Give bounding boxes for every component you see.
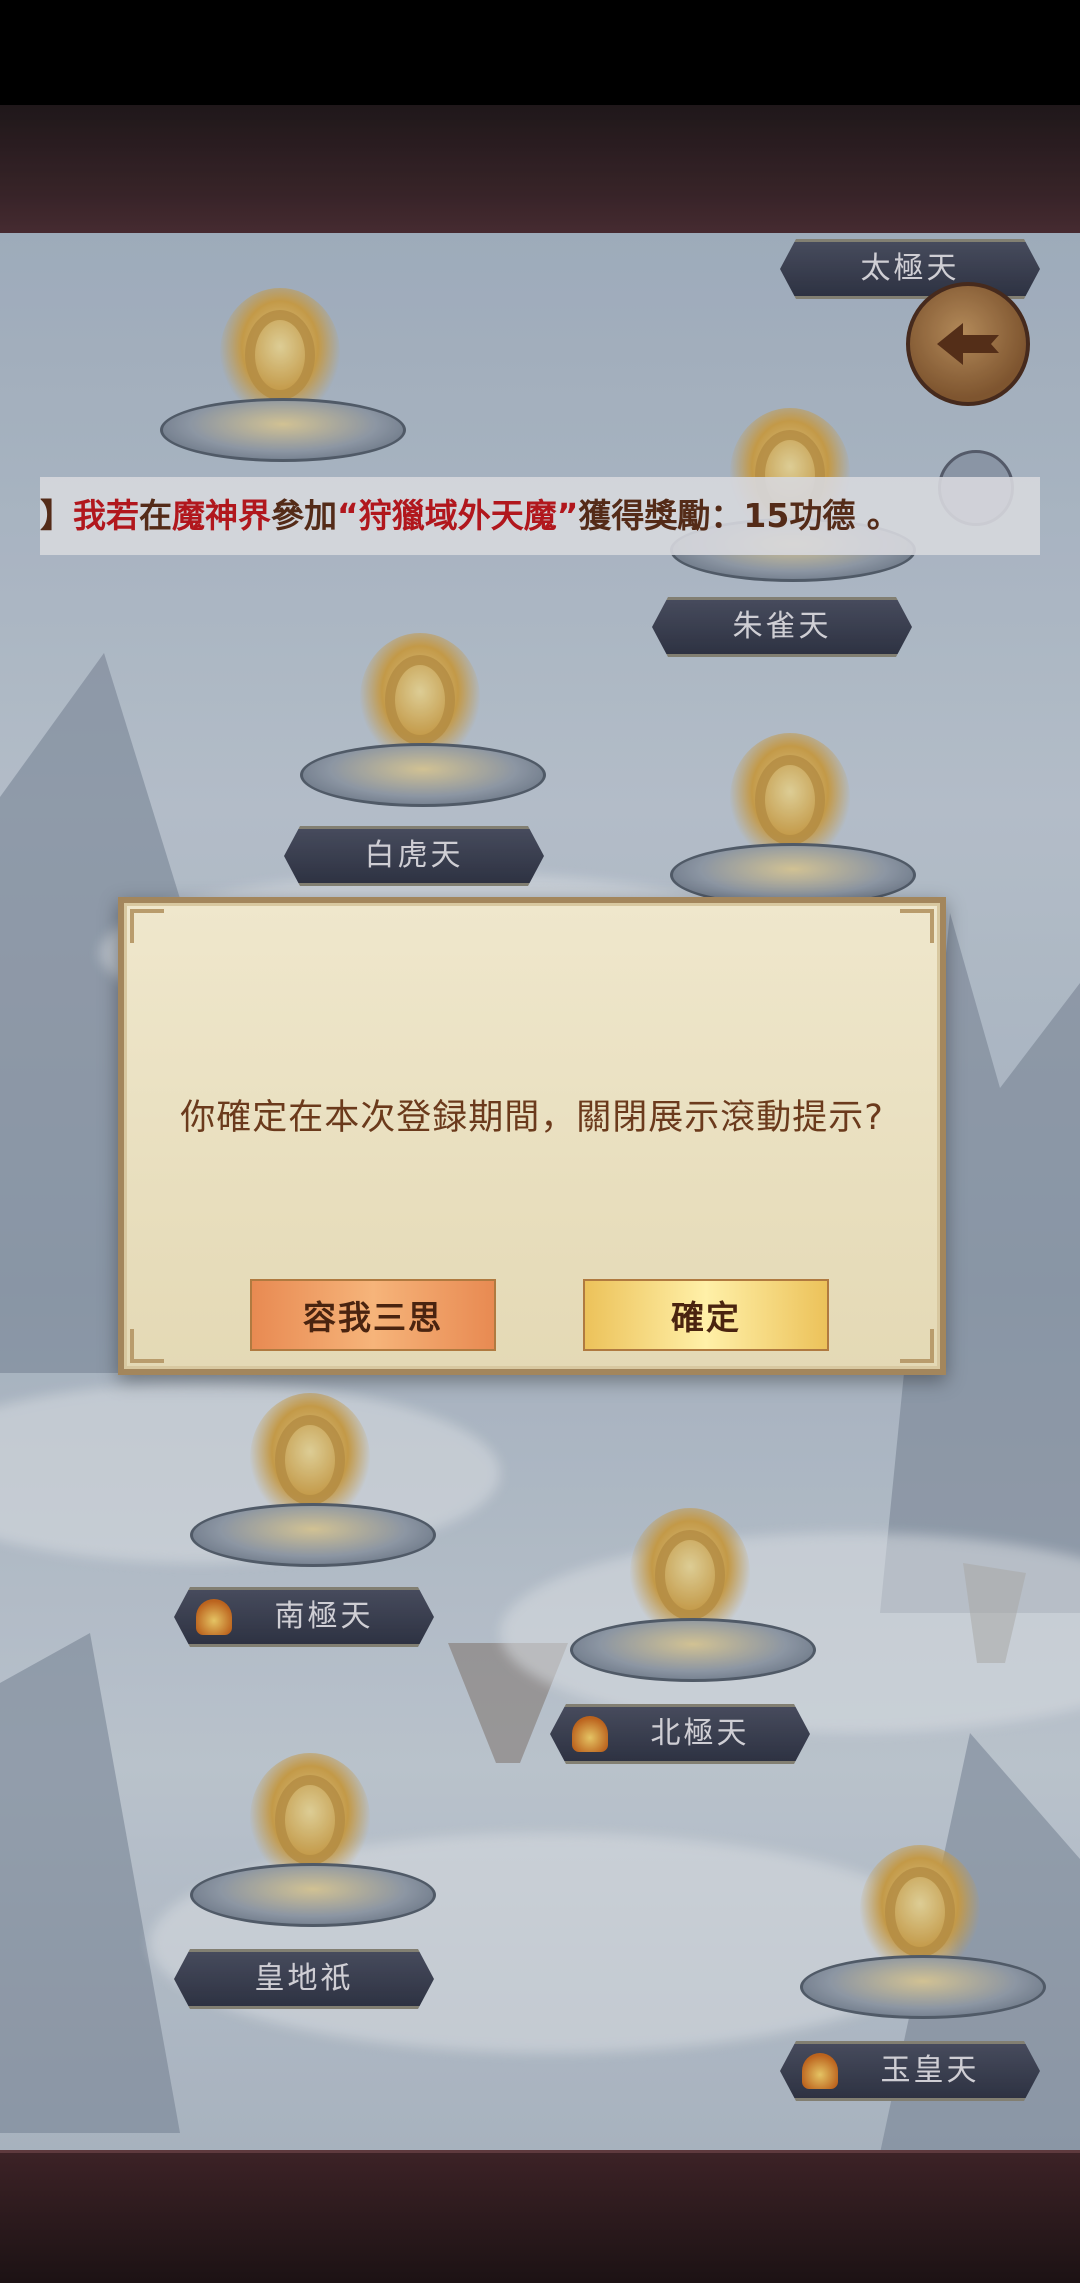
confirm-dialog: 你確定在本次登録期間，關閉展示滾動提示? 容我三思 確定 (118, 897, 946, 1375)
dialog-message: 你確定在本次登録期間，關閉展示滾動提示? (180, 1098, 884, 1138)
bottom-frame (0, 2150, 1080, 2283)
confirm-button[interactable]: 確定 (583, 1279, 829, 1351)
dialog-corner (130, 909, 164, 943)
dialog-corner (130, 1329, 164, 1363)
status-bar (0, 0, 1080, 105)
dialog-corner (900, 909, 934, 943)
game-screen: 太極天 朱雀天 白虎天 南極天 北極天 皇地祇 玉皇天 】我若在魔神界參加“狩獵… (0, 0, 1080, 2283)
cancel-button[interactable]: 容我三思 (250, 1279, 496, 1351)
dialog-corner (900, 1329, 934, 1363)
